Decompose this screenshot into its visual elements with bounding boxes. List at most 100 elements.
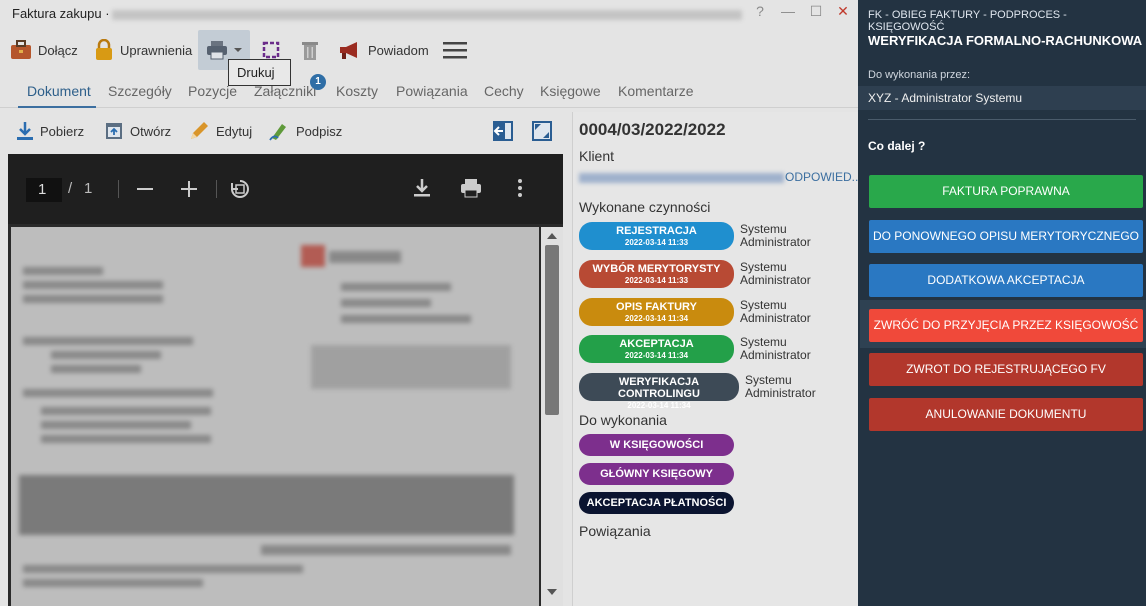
done-step-label: WERYFIKACJA CONTROLINGU (618, 376, 700, 400)
todo-step-pill: W KSIĘGOWOŚCI (579, 434, 734, 456)
zoom-out-icon[interactable] (137, 188, 153, 190)
close-icon[interactable]: ✕ (833, 3, 853, 20)
blurred-title-detail (112, 10, 742, 20)
blurred-text (329, 251, 401, 263)
download-button[interactable]: Pobierz (16, 114, 84, 148)
zoom-in-icon[interactable] (181, 181, 197, 197)
document-tabs: Dokument Szczegóły Pozycje Załączniki Ko… (0, 78, 858, 108)
tab-cechy[interactable]: Cechy (484, 83, 524, 99)
blurred-client-name (579, 173, 784, 183)
performer-line-2: Administrator (740, 235, 811, 249)
tab-ksiegowe[interactable]: Księgowe (540, 83, 601, 99)
workflow-action-button[interactable]: DO PONOWNEGO OPISU MERYTORYCZNEGO (869, 220, 1143, 253)
pdf-scroll-thumb[interactable] (545, 245, 559, 415)
workflow-action-button[interactable]: ZWROT DO REJESTRUJĄCEGO FV (869, 353, 1143, 386)
scroll-down-icon[interactable] (547, 589, 557, 595)
tab-komentarze[interactable]: Komentarze (618, 83, 693, 99)
done-step-pill: WYBÓR MERYTORYSTY 2022-03-14 11:33 (579, 260, 734, 288)
client-heading: Klient (579, 148, 615, 164)
workflow-action-button[interactable]: ZWRÓĆ DO PRZYJĘCIA PRZEZ KSIĘGOWOŚĆ (869, 309, 1143, 342)
performer-line-2: Administrator (740, 273, 811, 287)
help-icon[interactable]: ? (750, 3, 770, 19)
workflow-action-button[interactable]: FAKTURA POPRAWNA (869, 175, 1143, 208)
blurred-text (51, 351, 161, 359)
attach-button[interactable]: Dołącz (10, 30, 78, 70)
delete-button[interactable] (301, 30, 319, 70)
minimize-icon[interactable]: — (778, 3, 798, 19)
executor-value: XYZ - Administrator Systemu (858, 86, 1146, 110)
next-step-label: Co dalej ? (868, 139, 926, 153)
maximize-icon[interactable]: ☐ (806, 3, 826, 20)
document-details-panel: 0004/03/2022/2022 Klient ODPOWIED... Wyk… (572, 112, 862, 606)
signature-pen-icon (269, 124, 286, 141)
done-step-performer: Systemu Administrator (740, 261, 811, 287)
workflow-action-button[interactable]: ANULOWANIE DOKUMENTU (869, 398, 1143, 431)
printer-icon (207, 41, 227, 60)
more-options-icon[interactable] (518, 179, 522, 197)
permissions-button[interactable]: Uprawnienia (94, 30, 192, 70)
done-step-date: 2022-03-14 11:34 (624, 351, 689, 360)
done-step-label: WYBÓR MERYTORYSTY (592, 263, 721, 275)
menu-button[interactable] (443, 30, 467, 70)
tab-powiazania[interactable]: Powiązania (396, 83, 468, 99)
done-step-date: 2022-03-14 11:34 (627, 401, 691, 410)
workflow-panel: FK - OBIEG FAKTURY - PODPROCES - KSIĘGOW… (858, 0, 1146, 606)
done-steps-heading: Wykonane czynności (579, 199, 711, 215)
document-toolbar: Pobierz Otwórz Edytuj Podpisz (0, 114, 570, 148)
rotate-icon[interactable] (229, 178, 251, 200)
edit-label: Edytuj (216, 123, 253, 139)
sign-label: Podpisz (296, 123, 343, 139)
blurred-box (311, 345, 511, 389)
blurred-text (23, 389, 213, 397)
chevron-down-icon (234, 48, 242, 52)
window-title: Faktura zakupu · (12, 6, 110, 21)
megaphone-icon (340, 42, 357, 59)
blurred-table (19, 475, 514, 535)
blurred-text (23, 295, 163, 303)
blurred-text (341, 315, 471, 323)
pdf-page-input[interactable]: 1 (26, 178, 62, 202)
active-tab-indicator (18, 106, 96, 108)
open-button[interactable]: Otwórz (104, 114, 171, 148)
blurred-logo (301, 245, 325, 267)
title-bar: Faktura zakupu · ? — ☐ ✕ (0, 0, 858, 28)
pdf-scrollbar[interactable] (541, 227, 563, 606)
executor-label: Do wykonania przez: (868, 69, 971, 81)
collapse-panel-button[interactable] (492, 114, 514, 148)
pdf-viewer: 1 / 1 (8, 154, 563, 606)
attachments-count-badge: 1 (310, 74, 326, 90)
notify-label: Powiadom (368, 42, 429, 58)
done-step-performer: Systemu Administrator (740, 336, 811, 362)
performer-line-2: Administrator (740, 311, 811, 325)
fullscreen-button[interactable] (531, 114, 553, 148)
performer-line-2: Administrator (740, 348, 811, 362)
workflow-action-button[interactable]: DODATKOWA AKCEPTACJA (869, 264, 1143, 297)
invoice-window: Faktura zakupu · ? — ☐ ✕ Dołącz Uprawnie… (0, 0, 862, 606)
sign-button[interactable]: Podpisz (268, 114, 342, 148)
done-step-pill: AKCEPTACJA 2022-03-14 11:34 (579, 335, 734, 363)
scroll-up-icon[interactable] (547, 233, 557, 239)
blurred-text (341, 283, 451, 291)
done-step-performer: Systemu Administrator (740, 299, 811, 325)
expand-icon (532, 121, 552, 141)
blurred-text (41, 407, 211, 415)
pdf-page-separator: / (68, 180, 73, 197)
blurred-text (41, 435, 211, 443)
edit-button[interactable]: Edytuj (188, 114, 252, 148)
tab-dokument[interactable]: Dokument (27, 83, 91, 99)
performer-line-2: Administrator (745, 386, 816, 400)
client-link[interactable]: ODPOWIED... (785, 170, 862, 184)
tab-koszty[interactable]: Koszty (336, 83, 378, 99)
todo-step-pill: AKCEPTACJA PŁATNOŚCI (579, 492, 734, 514)
pdf-print-icon[interactable] (460, 178, 482, 198)
blurred-text (51, 365, 141, 373)
hamburger-menu-icon (443, 42, 467, 59)
pdf-download-icon[interactable] (413, 178, 431, 198)
done-step-label: OPIS FAKTURY (616, 301, 697, 313)
pdf-page-total: 1 (84, 180, 93, 197)
open-document-icon (106, 123, 122, 139)
notify-button[interactable]: Powiadom (338, 30, 429, 70)
pdf-divider (118, 180, 119, 198)
blurred-text (23, 565, 303, 573)
tab-szczegoly[interactable]: Szczegóły (108, 83, 172, 99)
